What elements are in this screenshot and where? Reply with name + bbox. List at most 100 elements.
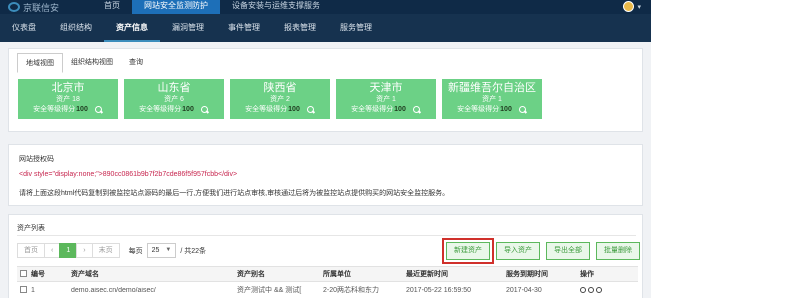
select-all-checkbox[interactable]	[20, 269, 27, 277]
per-page-label: 每页	[128, 247, 143, 255]
row-actions	[580, 287, 638, 293]
user-menu[interactable]: ▾	[623, 1, 641, 12]
region-card-shandong[interactable]: 山东省 资产 6 安全等级得分 100	[124, 79, 224, 119]
top-bar: 京联信安 首页 网站安全监测防护 设备安装与运维支撑服务 ▾	[0, 0, 651, 14]
per-page-select[interactable]: 25 ▼	[146, 243, 177, 258]
module-nav-events[interactable]: 事件管理	[216, 14, 272, 42]
pagination: 首页 ‹ 1 › 末页 每页 25 ▼ / 共22条	[17, 243, 206, 258]
top-nav-home[interactable]: 首页	[92, 0, 132, 14]
score-value: 100	[288, 106, 300, 113]
region-name: 山东省	[157, 82, 191, 94]
region-name: 新疆维吾尔自治区	[448, 82, 536, 94]
table-row[interactable]: 1 demo.aisec.cn/demo/aisec/ 资产测试中 && 测试[…	[17, 282, 638, 298]
auth-code-panel: 网站授权码 <div style="display:none;">890cc08…	[8, 144, 643, 206]
asset-list-title: 资产列表	[17, 225, 45, 232]
avatar[interactable]	[623, 1, 635, 12]
search-icon[interactable]	[412, 106, 421, 114]
region-asset-count: 资产 1	[482, 96, 502, 103]
view-tabs: 地域视图 组织结构视图 查询	[17, 53, 151, 73]
score-label: 安全等级得分	[351, 106, 394, 113]
col-alias[interactable]: 资产别名	[237, 269, 323, 279]
edit-icon[interactable]	[580, 287, 586, 293]
tab-region-view[interactable]: 地域视图	[17, 53, 63, 73]
search-icon[interactable]	[94, 106, 103, 114]
cell-updated: 2017-05-22 16:59:50	[406, 286, 471, 294]
region-asset-count: 资产 1	[376, 96, 396, 103]
score-label: 安全等级得分	[457, 106, 500, 113]
region-card-beijing[interactable]: 北京市 资产 18 安全等级得分 100	[18, 79, 118, 119]
app-frame: 京联信安 首页 网站安全监测防护 设备安装与运维支撑服务 ▾ 仪表盘 组织结构 …	[0, 0, 651, 298]
cell-unit: 2-20两芯科和东力	[323, 287, 380, 294]
cell-id: 1	[31, 286, 35, 294]
tab-org-view[interactable]: 组织结构视图	[63, 53, 121, 73]
region-name: 陕西省	[263, 82, 297, 94]
top-nav-device-service[interactable]: 设备安装与运维支撑服务	[220, 0, 332, 14]
page-current-button[interactable]: 1	[59, 243, 78, 258]
score-value: 100	[394, 106, 406, 113]
per-page-control: 每页 25 ▼ / 共22条	[129, 243, 206, 258]
region-card-shaanxi[interactable]: 陕西省 资产 2 安全等级得分 100	[230, 79, 330, 119]
col-actions: 操作	[580, 271, 594, 278]
page-first-button[interactable]: 首页	[17, 243, 45, 258]
search-icon[interactable]	[306, 106, 315, 114]
search-icon[interactable]	[200, 106, 209, 114]
module-nav-vulns[interactable]: 漏洞管理	[160, 14, 216, 42]
logo-icon	[8, 2, 20, 12]
chevron-down-icon[interactable]: ▾	[637, 3, 641, 11]
divider	[17, 235, 636, 236]
page-next-button[interactable]: ›	[76, 243, 93, 258]
tab-query[interactable]: 查询	[121, 53, 151, 73]
score-label: 安全等级得分	[33, 106, 76, 113]
region-view-panel: 地域视图 组织结构视图 查询 北京市 资产 18 安全等级得分 100 山东省 资…	[8, 48, 643, 132]
search-icon[interactable]	[518, 106, 527, 114]
region-asset-count: 资产 18	[56, 96, 80, 103]
asset-list-panel: 资产列表 首页 ‹ 1 › 末页 每页 25 ▼ / 共22条 新建资产 导入资…	[8, 214, 643, 298]
col-unit[interactable]: 所属单位	[323, 269, 406, 279]
table-header: 编号 资产域名 资产别名 所属单位 最近更新时间 服务到期时间 操作	[17, 266, 638, 282]
region-cards: 北京市 资产 18 安全等级得分 100 山东省 资产 6 安全等级得分 100 陕…	[18, 79, 542, 119]
score-label: 安全等级得分	[139, 106, 182, 113]
region-name: 北京市	[51, 82, 85, 94]
module-nav-services[interactable]: 服务管理	[328, 14, 384, 42]
chevron-down-icon: ▼	[165, 247, 172, 253]
cell-alias: 资产测试中 && 测试[	[237, 287, 302, 294]
score-label: 安全等级得分	[245, 106, 288, 113]
score-value: 100	[76, 106, 88, 113]
bulk-delete-button[interactable]: 批量删除	[596, 242, 640, 260]
row-checkbox[interactable]	[20, 285, 27, 293]
module-nav-assets[interactable]: 资产信息	[104, 14, 160, 42]
col-updated[interactable]: 最近更新时间	[406, 269, 506, 279]
new-asset-button[interactable]: 新建资产	[442, 238, 494, 264]
cell-expires: 2017-04-30	[506, 286, 542, 294]
page-last-button[interactable]: 末页	[91, 243, 120, 258]
score-value: 100	[182, 106, 194, 113]
module-nav-dashboard[interactable]: 仪表盘	[0, 14, 48, 42]
cell-domain[interactable]: demo.aisec.cn/demo/aisec/	[71, 287, 237, 294]
delete-icon[interactable]	[596, 287, 602, 293]
region-asset-count: 资产 6	[164, 96, 184, 103]
asset-actions: 新建资产 导入资产 导出全部 批量删除	[442, 238, 640, 264]
col-expires[interactable]: 服务到期时间	[506, 269, 580, 279]
per-page-value: 25	[151, 247, 160, 254]
auth-code-snippet[interactable]: <div style="display:none;">890cc0861b9b7…	[19, 171, 237, 178]
view-icon[interactable]	[588, 287, 594, 293]
logo-text: 京联信安	[23, 2, 60, 13]
total-count: / 共22条	[180, 247, 207, 255]
logo: 京联信安	[8, 0, 59, 14]
region-card-tianjin[interactable]: 天津市 资产 1 安全等级得分 100	[336, 79, 436, 119]
score-value: 100	[500, 106, 512, 113]
auth-code-description: 请将上面这段html代码复制到被监控站点源码的最后一行,方便我们进行站点审核,审…	[19, 190, 450, 197]
top-nav-site-security[interactable]: 网站安全监测防护	[132, 0, 220, 14]
import-assets-button[interactable]: 导入资产	[496, 242, 540, 260]
export-all-button[interactable]: 导出全部	[546, 242, 590, 260]
top-nav: 首页 网站安全监测防护 设备安装与运维支撑服务	[92, 0, 332, 14]
auth-code-title: 网站授权码	[19, 156, 54, 163]
region-card-xinjiang[interactable]: 新疆维吾尔自治区 资产 1 安全等级得分 100	[442, 79, 542, 119]
region-asset-count: 资产 2	[270, 96, 290, 103]
page-prev-button[interactable]: ‹	[44, 243, 61, 258]
col-id[interactable]: 编号	[31, 269, 71, 279]
col-domain[interactable]: 资产域名	[71, 269, 237, 279]
module-nav-reports[interactable]: 报表管理	[272, 14, 328, 42]
module-nav: 仪表盘 组织结构 资产信息 漏洞管理 事件管理 报表管理 服务管理	[0, 14, 651, 42]
module-nav-org[interactable]: 组织结构	[48, 14, 104, 42]
